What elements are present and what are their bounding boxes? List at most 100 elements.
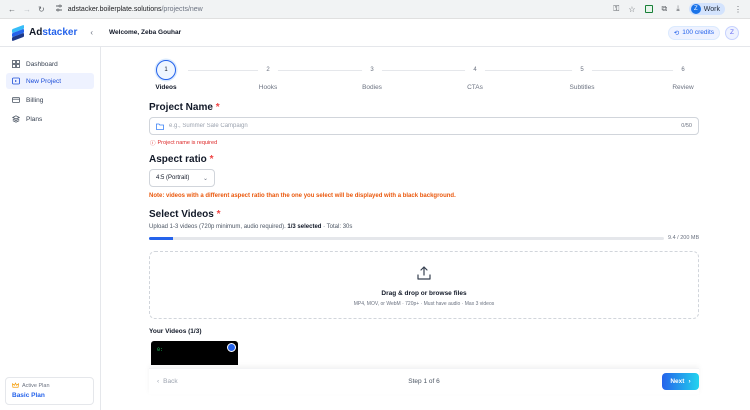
chevron-down-icon: ⌄ xyxy=(202,175,208,182)
required-mark: * xyxy=(215,102,220,113)
storage-progress-text: 9.4 / 200 MB xyxy=(668,235,700,241)
char-counter: 0/50 xyxy=(681,123,692,129)
url-path: /projects/new xyxy=(161,5,203,13)
wizard-footer: ‹ Back Step 1 of 6 Next › xyxy=(149,368,699,394)
reload-icon[interactable]: ↻ xyxy=(38,5,45,14)
video-timestamp: 0: xyxy=(157,347,164,353)
profile-label: Work xyxy=(703,5,720,13)
video-dropzone[interactable]: Drag & drop or browse files MP4, MOV, or… xyxy=(149,251,699,319)
credits-badge[interactable]: ⟲ 100 credits xyxy=(667,25,720,40)
collapse-sidebar-icon[interactable]: ‹ xyxy=(90,28,93,37)
step-ctas[interactable]: 4 CTAs xyxy=(445,60,505,91)
brand: Adstacker ‹ xyxy=(0,24,101,41)
dropzone-subtitle: MP4, MOV, or WebM · 720p+ · Must have au… xyxy=(353,301,495,307)
back-button[interactable]: ‹ Back xyxy=(157,378,178,385)
sidebar-item-label: Plans xyxy=(26,115,43,123)
plans-icon xyxy=(12,115,20,123)
project-name-heading: Project Name * xyxy=(149,102,220,113)
your-videos-heading: Your Videos (1/3) xyxy=(149,328,202,335)
required-mark: * xyxy=(216,209,221,220)
step-number: 1 xyxy=(156,60,176,80)
main-content: 1 Videos 2 Hooks 3 Bodies 4 CTAs 5 Subti… xyxy=(101,47,750,410)
error-icon: ⓘ xyxy=(150,141,156,147)
folder-icon xyxy=(156,123,164,130)
sidebar-item-label: Billing xyxy=(26,96,44,104)
dropzone-title: Drag & drop or browse files xyxy=(381,290,467,297)
select-videos-heading: Select Videos * xyxy=(149,209,221,220)
sidebar-item-new-project[interactable]: New Project xyxy=(6,73,94,89)
extensions-puzzle-icon[interactable]: ⧉ xyxy=(662,4,668,14)
user-avatar[interactable]: Z xyxy=(725,25,739,40)
profile-avatar: Z xyxy=(690,4,701,14)
credits-icon: ⟲ xyxy=(673,29,680,37)
step-label: Subtitles xyxy=(569,84,595,91)
address-bar[interactable]: adstacker.boilerplate.solutions/projects… xyxy=(55,4,203,14)
next-button[interactable]: Next › xyxy=(662,373,699,390)
error-text: Project name is required xyxy=(157,140,218,146)
welcome-text: Welcome, Zeba Gouhar xyxy=(109,29,182,36)
aspect-ratio-heading: Aspect ratio * xyxy=(149,154,213,165)
dashboard-icon xyxy=(12,60,20,68)
step-label: Hooks xyxy=(258,84,278,91)
sidebar-item-billing[interactable]: Billing xyxy=(6,92,94,108)
back-label: Back xyxy=(163,378,178,385)
aspect-ratio-select[interactable]: 4:5 (Portrait) ⌄ xyxy=(149,169,215,187)
credits-label: 100 credits xyxy=(682,29,714,36)
aspect-ratio-value: 4:5 (Portrait) xyxy=(156,175,190,181)
browser-toolbar: ← → ↻ adstacker.boilerplate.solutions/pr… xyxy=(0,0,750,19)
brand-name: Adstacker xyxy=(29,27,78,38)
active-plan-card[interactable]: Active Plan Basic Plan xyxy=(5,377,94,405)
adstacker-logo-icon xyxy=(12,24,24,41)
step-indicator: Step 1 of 6 xyxy=(408,378,440,385)
step-number: 4 xyxy=(465,60,485,80)
step-bodies[interactable]: 3 Bodies xyxy=(342,60,402,91)
progress-stepper: 1 Videos 2 Hooks 3 Bodies 4 CTAs 5 Subti… xyxy=(150,60,698,91)
step-hooks[interactable]: 2 Hooks xyxy=(238,60,298,91)
url-host: adstacker.boilerplate.solutions xyxy=(67,5,162,13)
sidebar-item-label: Dashboard xyxy=(26,60,58,68)
download-icon[interactable]: ⤓ xyxy=(676,4,680,14)
selected-check-icon[interactable] xyxy=(227,343,236,352)
sidebar-item-dashboard[interactable]: Dashboard xyxy=(6,56,94,72)
aspect-ratio-note: Note: videos with a different aspect rat… xyxy=(149,193,456,199)
step-videos[interactable]: 1 Videos xyxy=(136,60,196,91)
step-number: 3 xyxy=(362,60,382,80)
chevron-left-icon: ‹ xyxy=(157,378,160,385)
storage-progress-fill xyxy=(149,237,174,240)
video-thumbnail[interactable]: 0: xyxy=(151,341,238,365)
crown-icon xyxy=(12,382,19,388)
profile-button[interactable]: Z Work xyxy=(688,3,725,15)
required-mark: * xyxy=(209,154,214,165)
help-selected: 1/3 selected xyxy=(287,224,322,230)
menu-kebab-icon[interactable]: ⋮ xyxy=(734,5,742,14)
aspect-ratio-title: Aspect ratio xyxy=(149,154,207,165)
select-videos-title: Select Videos xyxy=(149,209,214,220)
step-number: 5 xyxy=(572,60,592,80)
step-subtitles[interactable]: 5 Subtitles xyxy=(552,60,612,91)
sidebar: Dashboard New Project Billing Plans Acti… xyxy=(0,47,101,410)
project-name-field[interactable]: 0/50 xyxy=(149,117,699,135)
active-plan-label: Active Plan xyxy=(22,382,50,389)
extension-icon[interactable] xyxy=(644,5,653,13)
help-suffix: · Total: 30s xyxy=(323,224,353,230)
site-info-icon[interactable] xyxy=(55,4,63,14)
sidebar-item-plans[interactable]: Plans xyxy=(6,111,94,127)
upload-icon xyxy=(417,266,431,280)
billing-icon xyxy=(12,97,20,103)
step-number: 6 xyxy=(673,60,693,80)
step-label: CTAs xyxy=(467,84,483,91)
bookmark-star-icon[interactable]: ☆ xyxy=(628,5,635,14)
step-label: Bodies xyxy=(362,84,382,91)
key-icon[interactable]: ⚿ xyxy=(613,4,619,14)
app-header: Adstacker ‹ Welcome, Zeba Gouhar ⟲ 100 c… xyxy=(0,19,750,47)
project-name-input[interactable] xyxy=(169,123,677,129)
forward-arrow-icon[interactable]: → xyxy=(23,5,31,14)
back-arrow-icon[interactable]: ← xyxy=(8,5,16,14)
help-prefix: Upload 1-3 videos (720p minimum, audio r… xyxy=(149,224,286,230)
step-label: Videos xyxy=(155,84,177,91)
chevron-right-icon: › xyxy=(688,378,691,385)
step-label: Review xyxy=(672,84,694,91)
step-review[interactable]: 6 Review xyxy=(653,60,713,91)
next-label: Next xyxy=(670,378,685,385)
step-number: 2 xyxy=(258,60,278,80)
